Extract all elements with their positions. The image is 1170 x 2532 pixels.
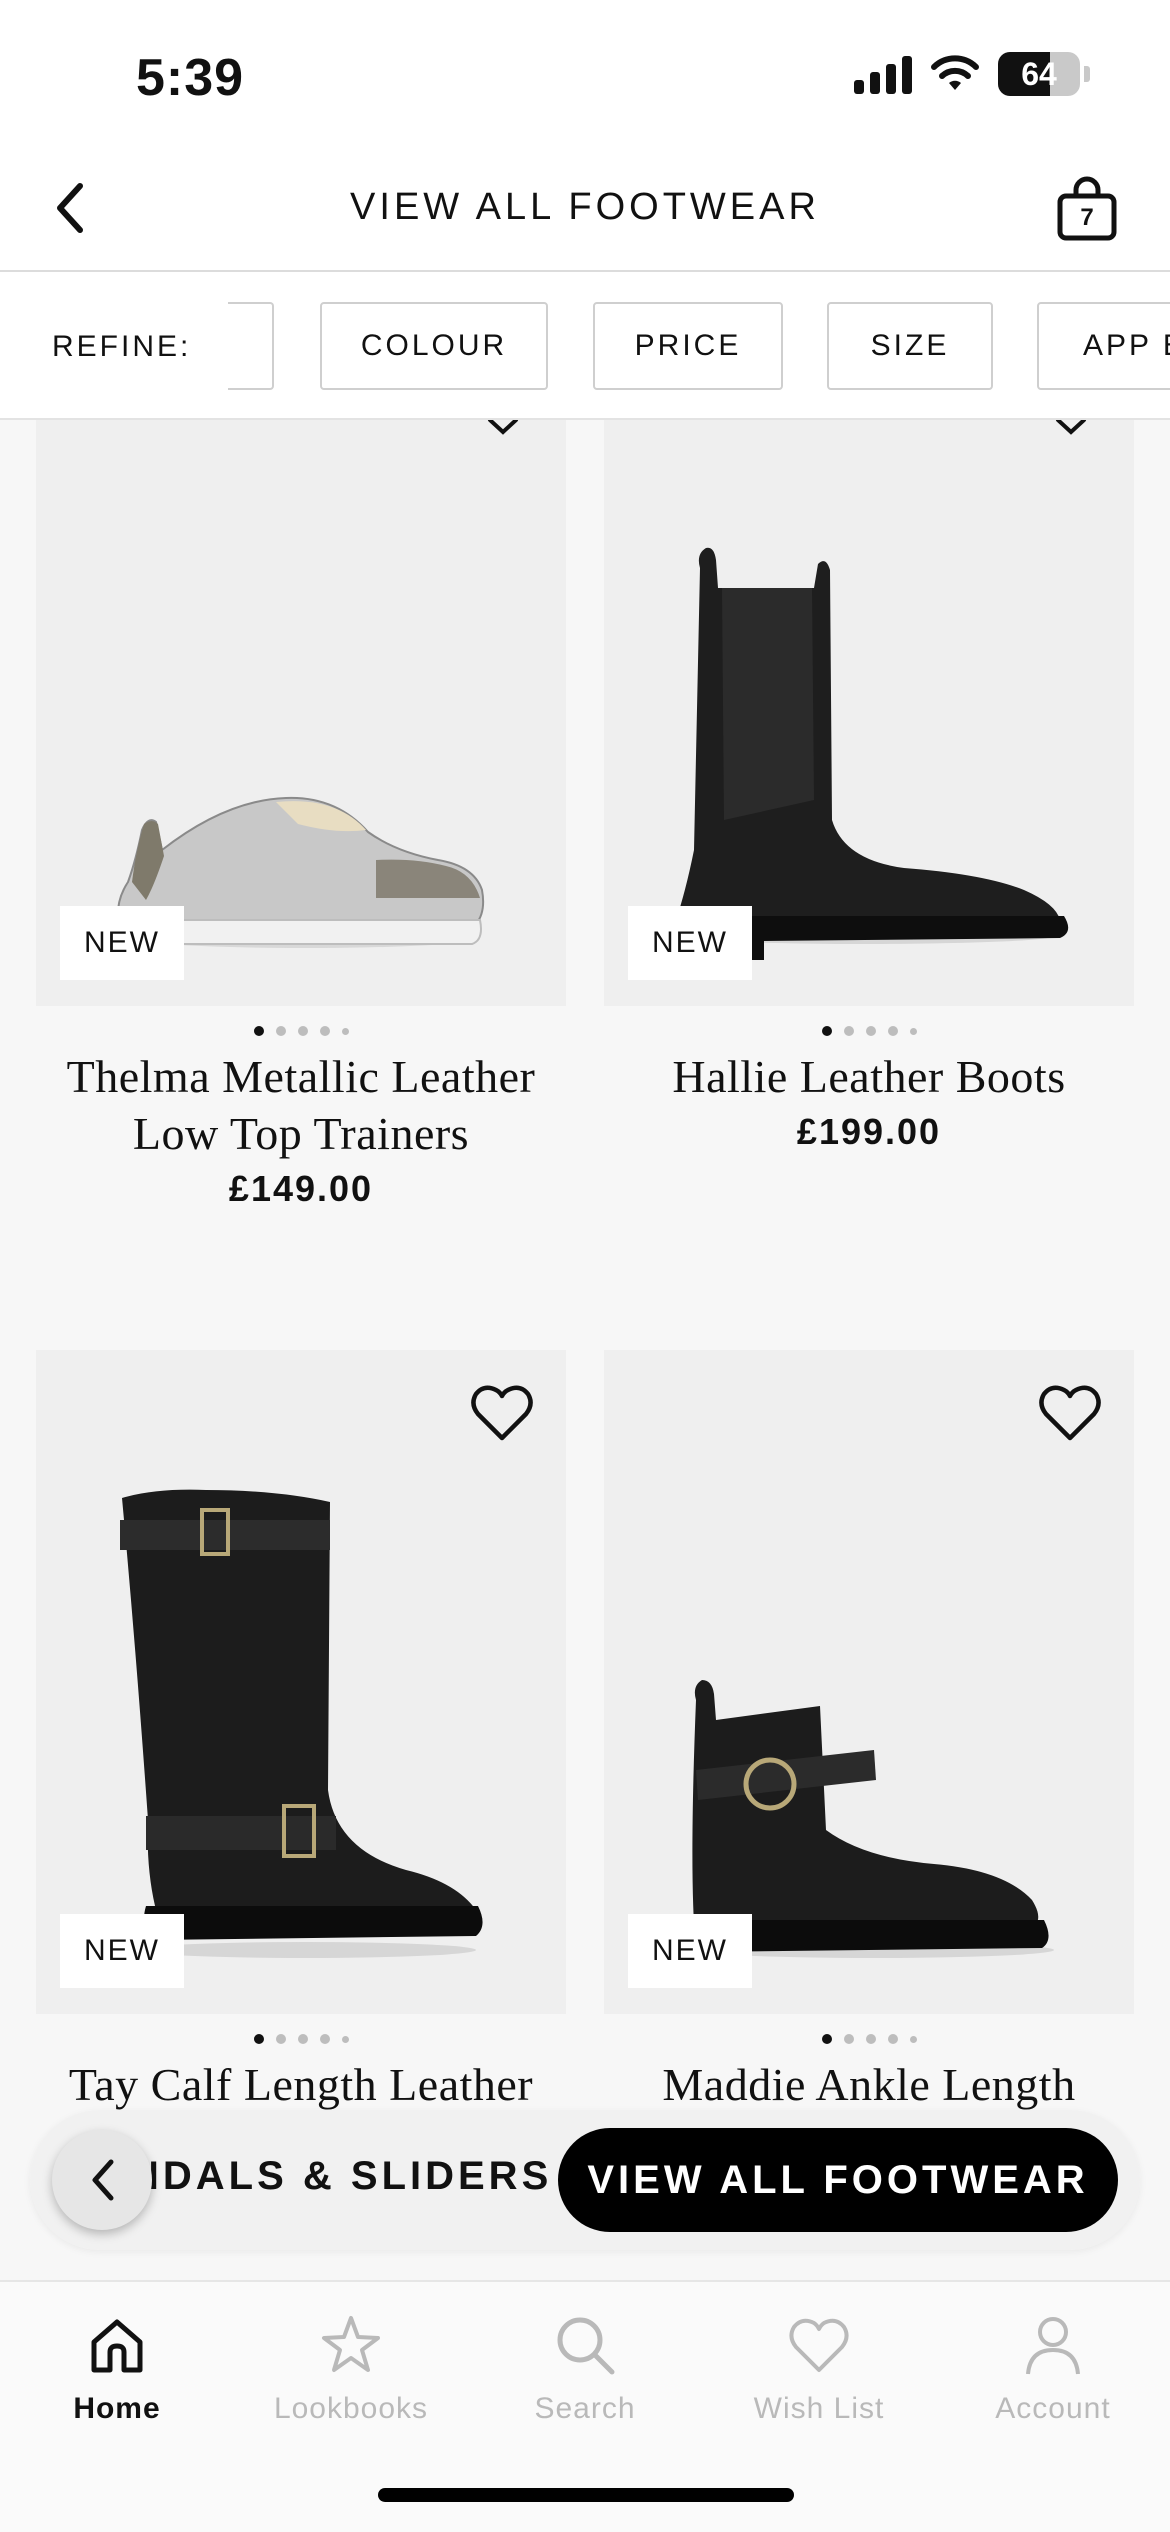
carousel-dot[interactable] [297, 1026, 308, 1036]
product-name-line: Low Top Trainers [132, 1108, 470, 1159]
tab-label: Search [534, 2392, 636, 2425]
filter-chip-size[interactable]: SIZE [827, 302, 993, 390]
product-image[interactable]: NEW [36, 1350, 566, 2014]
new-badge: NEW [60, 906, 184, 980]
product-image[interactable]: NEW [604, 420, 1134, 1006]
carousel-dot[interactable] [319, 2034, 330, 2044]
tab-search[interactable]: Search [468, 2312, 702, 2426]
product-name[interactable]: Maddie Ankle Length [604, 2056, 1134, 2113]
filter-chip-app-exclusive[interactable]: APP E [1037, 302, 1170, 390]
carousel-dot[interactable] [865, 1026, 876, 1036]
product-card[interactable]: NEW Hallie Leather Boots £199.00 [604, 420, 1134, 1153]
tab-label: Lookbooks [273, 2392, 429, 2425]
battery-tip [1084, 66, 1090, 82]
carousel-dot[interactable] [865, 2034, 876, 2044]
carousel-dot[interactable] [253, 1026, 264, 1036]
carousel-dot[interactable] [341, 1027, 349, 1035]
star-icon [322, 2316, 380, 2372]
category-view-all-footwear[interactable]: VIEW ALL FOOTWEAR [558, 2128, 1118, 2232]
chevron-left-icon [92, 2159, 114, 2201]
cellular-signal-icon [854, 54, 912, 94]
product-card[interactable]: NEW Thelma Metallic Leather Low Top Trai… [36, 420, 566, 1210]
carousel-dot[interactable] [843, 1026, 854, 1036]
person-icon [1026, 2317, 1080, 2375]
product-name-line: Thelma Metallic Leather [66, 1051, 536, 1102]
new-badge: NEW [628, 906, 752, 980]
image-carousel-dots[interactable] [36, 1024, 566, 1038]
product-name-line: Tay Calf Length Leather [68, 2059, 534, 2110]
product-card[interactable]: NEW Tay Calf Length Leather [36, 1350, 566, 2113]
carousel-dot[interactable] [297, 2034, 308, 2044]
product-name[interactable]: Thelma Metallic Leather Low Top Trainers [36, 1048, 566, 1162]
shopping-bag-button[interactable]: 7 [1052, 174, 1122, 244]
carousel-dot[interactable] [821, 1026, 832, 1036]
home-icon [91, 2319, 143, 2373]
carousel-dot[interactable] [253, 2034, 264, 2044]
carousel-dot[interactable] [909, 1027, 917, 1035]
tab-lookbooks[interactable]: Lookbooks [234, 2312, 468, 2426]
filter-chip-partial[interactable] [228, 302, 274, 390]
filter-chip-price[interactable]: PRICE [593, 302, 783, 390]
battery-percentage: 64 [1021, 55, 1057, 92]
carousel-dot[interactable] [275, 2034, 286, 2044]
product-card[interactable]: NEW Maddie Ankle Length [604, 1350, 1134, 2113]
page-title: VIEW ALL FOOTWEAR [350, 186, 820, 228]
wifi-icon [931, 55, 979, 90]
image-carousel-dots[interactable] [604, 1024, 1134, 1038]
refine-label: REFINE: [52, 330, 192, 363]
refine-bar: REFINE: COLOUR PRICE SIZE APP E [0, 272, 1170, 420]
battery-icon: 64 [998, 52, 1080, 96]
image-carousel-dots[interactable] [604, 2032, 1134, 2046]
filter-chip-colour[interactable]: COLOUR [320, 302, 548, 390]
tab-label: Account [995, 2392, 1111, 2425]
heart-icon [789, 2318, 849, 2372]
category-back-button[interactable] [52, 2130, 152, 2230]
product-image[interactable]: NEW [36, 420, 566, 1006]
tab-account[interactable]: Account [936, 2312, 1170, 2426]
tab-wish-list[interactable]: Wish List [702, 2312, 936, 2426]
search-icon [557, 2317, 615, 2375]
tab-home[interactable]: Home [0, 2312, 234, 2426]
product-name-line: Hallie Leather Boots [672, 1051, 1066, 1102]
new-badge: NEW [60, 1914, 184, 1988]
category-switcher: NDALS & SLIDERS VIEW ALL FOOTWEAR [30, 2110, 1140, 2250]
product-name[interactable]: Hallie Leather Boots [604, 1048, 1134, 1105]
product-name-line: Maddie Ankle Length [662, 2059, 1076, 2110]
carousel-dot[interactable] [319, 1026, 330, 1036]
product-grid: NEW Thelma Metallic Leather Low Top Trai… [0, 420, 1170, 2280]
carousel-dot[interactable] [341, 2035, 349, 2043]
carousel-dot[interactable] [887, 1026, 898, 1036]
carousel-dot[interactable] [821, 2034, 832, 2044]
carousel-dot[interactable] [887, 2034, 898, 2044]
status-icons: 64 [854, 52, 1090, 96]
status-time: 5:39 [136, 49, 245, 107]
bag-count-badge: 7 [1080, 204, 1094, 231]
home-indicator[interactable] [378, 2488, 794, 2502]
image-carousel-dots[interactable] [36, 2032, 566, 2046]
product-image[interactable]: NEW [604, 1350, 1134, 2014]
top-navigation-bar: VIEW ALL FOOTWEAR 7 [0, 150, 1170, 272]
product-price: £199.00 [796, 1111, 942, 1152]
carousel-dot[interactable] [909, 2035, 917, 2043]
new-badge: NEW [628, 1914, 752, 1988]
product-price: £149.00 [228, 1168, 374, 1209]
tab-label: Home [73, 2392, 161, 2425]
tab-label: Wish List [753, 2392, 885, 2425]
category-sandals-sliders[interactable]: NDALS & SLIDERS [130, 2154, 552, 2199]
product-name[interactable]: Tay Calf Length Leather [36, 2056, 566, 2113]
carousel-dot[interactable] [275, 1026, 286, 1036]
status-bar: 5:39 64 [0, 0, 1170, 150]
carousel-dot[interactable] [843, 2034, 854, 2044]
